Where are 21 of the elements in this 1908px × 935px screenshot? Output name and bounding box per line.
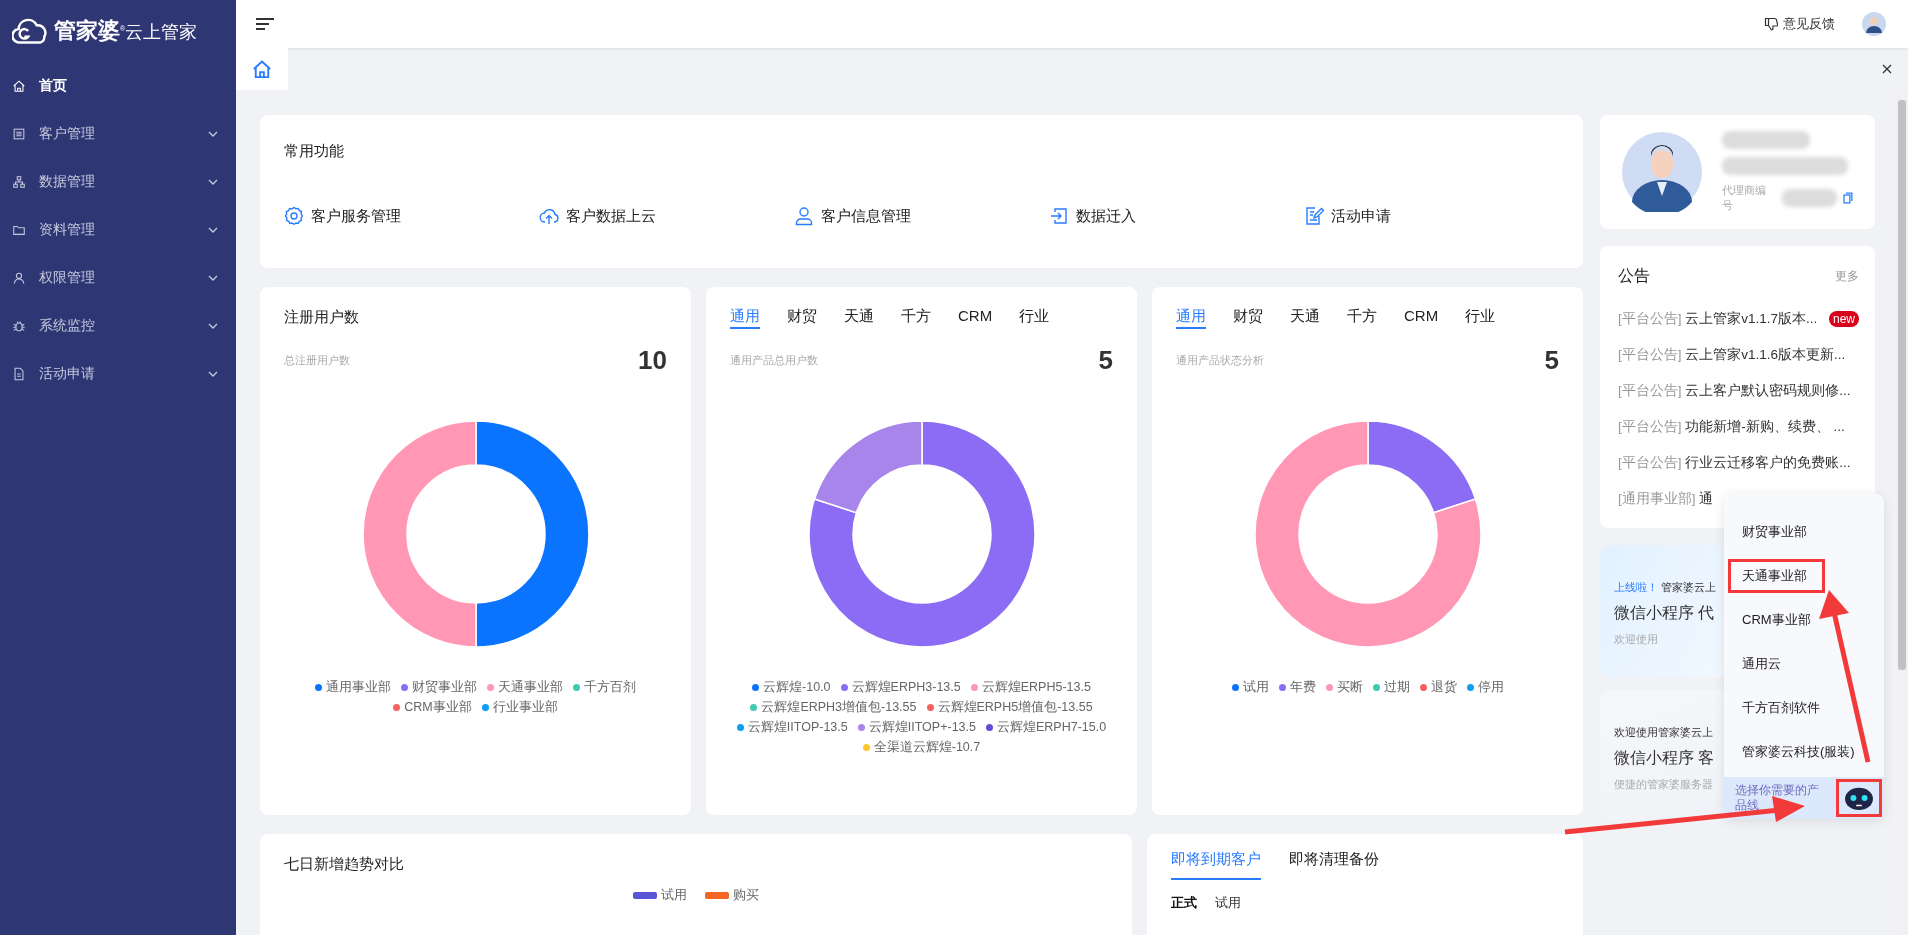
stat-value: 5 bbox=[1544, 344, 1559, 376]
new-badge: new bbox=[1829, 311, 1859, 327]
menu-hint: 选择你需要的产品线 bbox=[1735, 783, 1820, 813]
card-title: 注册用户数 bbox=[284, 307, 359, 327]
stat-value: 10 bbox=[638, 344, 667, 376]
agent-number-label: 代理商编号 bbox=[1722, 183, 1767, 213]
card-title: 常用功能 bbox=[284, 141, 345, 161]
stat-label: 通用产品总用户数 bbox=[730, 352, 818, 368]
stat-label: 总注册用户数 bbox=[284, 352, 350, 368]
banner-lead: 管家婆云上 bbox=[1661, 581, 1716, 595]
brand-name: 管家婆$^{®}$云上管家 bbox=[54, 17, 198, 45]
banner-kicker: 上线啦！ bbox=[1614, 581, 1658, 595]
stat-label: 通用产品状态分析 bbox=[1176, 352, 1264, 368]
stat-value: 5 bbox=[1098, 344, 1113, 376]
card-title: 公告 bbox=[1618, 266, 1650, 286]
banner-lead: 欢迎使用管家婆云上 bbox=[1614, 726, 1713, 740]
banner-headline: 微信小程序 代 bbox=[1614, 603, 1715, 623]
banner-headline: 微信小程序 客 bbox=[1614, 748, 1715, 768]
banner-note: 便捷的管家婆服务器 bbox=[1614, 777, 1713, 792]
banner-note: 欢迎使用 bbox=[1614, 632, 1658, 647]
card-title: 七日新增趋势对比 bbox=[284, 854, 405, 874]
